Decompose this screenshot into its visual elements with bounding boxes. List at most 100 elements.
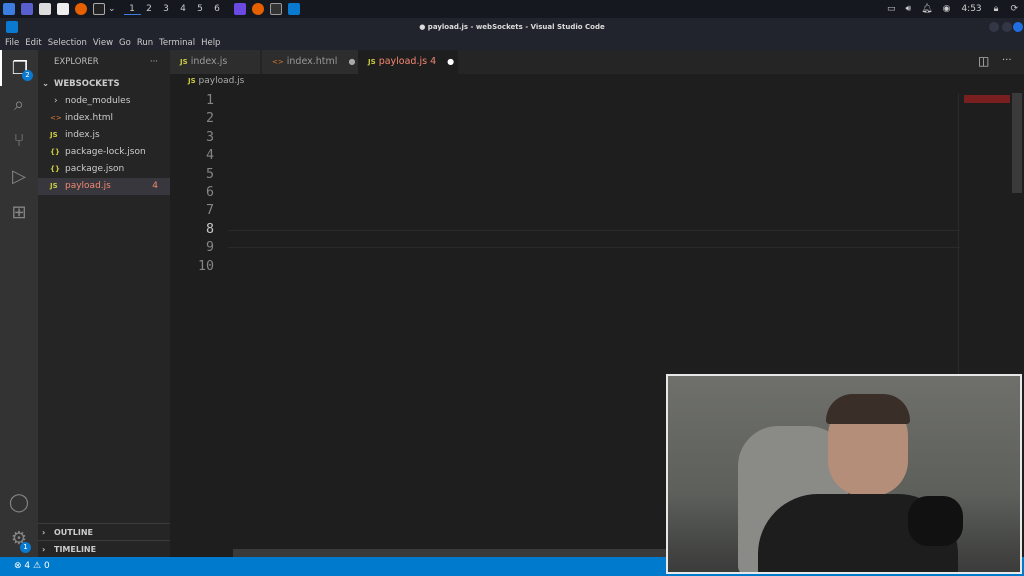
more-actions-button[interactable]: ···	[150, 54, 158, 71]
files-icon[interactable]	[39, 3, 51, 15]
app-menu-icon[interactable]	[3, 3, 15, 15]
window-titlebar: ● payload.js - webSockets - Visual Studi…	[0, 18, 1024, 36]
unsaved-dot-icon[interactable]: ●	[447, 57, 454, 66]
current-line-highlight	[228, 230, 960, 248]
line-number: 4	[205, 148, 214, 164]
problems-count: 4	[152, 181, 158, 191]
code-area[interactable]: 1 2 3 4 5 6 7 8 9 10	[170, 93, 960, 283]
vscode-window-icon[interactable]	[287, 3, 300, 15]
tree-item-payload-js[interactable]: JS payload.js 4	[38, 178, 170, 195]
chevron-right-icon: ›	[42, 527, 46, 537]
line-number: 9	[205, 240, 214, 256]
terminal-icon[interactable]	[93, 3, 105, 15]
menu-run[interactable]: Run	[137, 38, 153, 48]
unsaved-dot-icon[interactable]: ●	[348, 57, 355, 66]
run-debug-icon[interactable]: ▷	[0, 158, 38, 194]
system-taskbar: ⌄ 1 2 3 4 5 6 ▭ 🔊︎ 🔔︎ ◉ 4:53 🔒︎ ⟳	[0, 0, 1024, 18]
workspace-4[interactable]: 4	[175, 4, 192, 14]
workspace-3[interactable]: 3	[158, 4, 175, 14]
line-number: 1	[205, 93, 214, 108]
chevron-down-icon: ⌄	[42, 79, 50, 89]
error-icon: ⊗	[14, 561, 22, 571]
tree-item-index-js[interactable]: JS index.js	[38, 127, 170, 144]
js-file-icon: JS	[188, 77, 196, 85]
workspace-2[interactable]: 2	[141, 4, 158, 14]
bell-icon[interactable]: 🔔︎	[921, 4, 932, 14]
workspace-6[interactable]: 6	[209, 4, 226, 14]
line-number: 5	[205, 166, 214, 182]
js-file-icon: JS	[368, 58, 376, 66]
editor-icon[interactable]	[57, 3, 69, 15]
problems-status[interactable]: ⊗ 4 ⚠ 0	[14, 561, 50, 571]
menu-selection[interactable]: Selection	[48, 38, 87, 48]
menu-file[interactable]: File	[5, 38, 19, 48]
html-file-icon: <>	[50, 114, 62, 122]
js-file-icon: JS	[50, 131, 58, 139]
clock: 4:53	[961, 4, 982, 14]
maximize-button[interactable]	[1002, 22, 1012, 32]
tree-item-package-lock-json[interactable]: {} package-lock.json	[38, 144, 170, 161]
line-number: 8	[205, 221, 214, 237]
chevron-right-icon: ›	[42, 544, 46, 554]
search-icon[interactable]: ⌕	[0, 86, 38, 122]
chevron-down-icon[interactable]: ⌄	[108, 4, 116, 14]
folder-websockets[interactable]: ⌄ WEBSOCKETS	[38, 76, 170, 93]
menu-bar: File Edit Selection View Go Run Terminal…	[0, 36, 1024, 50]
line-number: 3	[205, 129, 214, 145]
terminal-window-icon[interactable]	[269, 3, 282, 15]
editor-tabs: JS index.js <> index.html ● JS payload.j…	[170, 50, 1024, 74]
explorer-header: EXPLORER	[54, 57, 99, 67]
tree-item-node-modules[interactable]: › node_modules	[38, 93, 170, 110]
explorer-icon[interactable]: ❐ 2	[0, 50, 38, 86]
explorer-sidebar: EXPLORER ··· ⌄ WEBSOCKETS › node_modules…	[38, 50, 170, 557]
tree-item-package-json[interactable]: {} package.json	[38, 161, 170, 178]
breadcrumb: JS payload.js	[188, 76, 244, 86]
tab-index-js[interactable]: JS index.js	[170, 50, 260, 74]
more-actions-icon[interactable]: ···	[1002, 55, 1012, 66]
firefox-window-icon[interactable]	[251, 3, 264, 15]
tab-payload-js[interactable]: JS payload.js 4 ●	[358, 50, 458, 74]
volume-icon[interactable]: 🔊︎	[905, 4, 911, 14]
vertical-scrollbar[interactable]	[1012, 93, 1022, 193]
lock-icon[interactable]: 🔒︎	[994, 4, 999, 14]
menu-terminal[interactable]: Terminal	[159, 38, 195, 48]
js-file-icon: JS	[180, 58, 188, 66]
workspace-1[interactable]: 1	[123, 4, 141, 15]
record-icon[interactable]: ◉	[943, 4, 951, 14]
menu-help[interactable]: Help	[201, 38, 220, 48]
chevron-right-icon: ›	[54, 96, 58, 106]
webcam-overlay	[666, 374, 1022, 574]
source-control-icon[interactable]: ⑂	[0, 122, 38, 158]
split-editor-icon[interactable]: ◫	[978, 54, 989, 68]
menu-go[interactable]: Go	[119, 38, 131, 48]
close-button[interactable]	[1013, 22, 1023, 32]
json-file-icon: {}	[50, 165, 60, 173]
account-icon[interactable]: ◯	[0, 484, 38, 520]
breadcrumb-file[interactable]: payload.js	[199, 76, 245, 86]
tree-item-index-html[interactable]: <> index.html	[38, 110, 170, 127]
line-number: 6	[205, 185, 214, 200]
workspace-5[interactable]: 5	[192, 4, 209, 14]
burp-icon[interactable]	[233, 3, 246, 15]
json-file-icon: {}	[50, 148, 60, 156]
explorer-badge: 2	[22, 70, 33, 81]
menu-view[interactable]: View	[93, 38, 113, 48]
person-hair	[826, 394, 910, 424]
menu-edit[interactable]: Edit	[25, 38, 41, 48]
vscode-icon	[6, 21, 18, 33]
power-icon[interactable]: ⟳	[1010, 4, 1018, 14]
minimize-button[interactable]	[989, 22, 999, 32]
firefox-icon[interactable]	[75, 3, 87, 15]
timeline-section[interactable]: › TIMELINE	[38, 540, 170, 557]
minimap-slider[interactable]	[964, 95, 1010, 103]
line-number: 10	[197, 258, 214, 274]
window-title: ● payload.js - webSockets - Visual Studi…	[419, 23, 605, 31]
tab-index-html[interactable]: <> index.html ●	[262, 50, 358, 74]
extensions-icon[interactable]: ⊞	[0, 194, 38, 230]
settings-gear-icon[interactable]: ⚙ 1	[0, 520, 38, 556]
warning-icon: ⚠	[33, 561, 42, 571]
desktop-icon[interactable]	[21, 3, 33, 15]
js-file-icon: JS	[50, 182, 58, 190]
outline-section[interactable]: › OUTLINE	[38, 523, 170, 540]
screen-icon[interactable]: ▭	[887, 4, 896, 14]
